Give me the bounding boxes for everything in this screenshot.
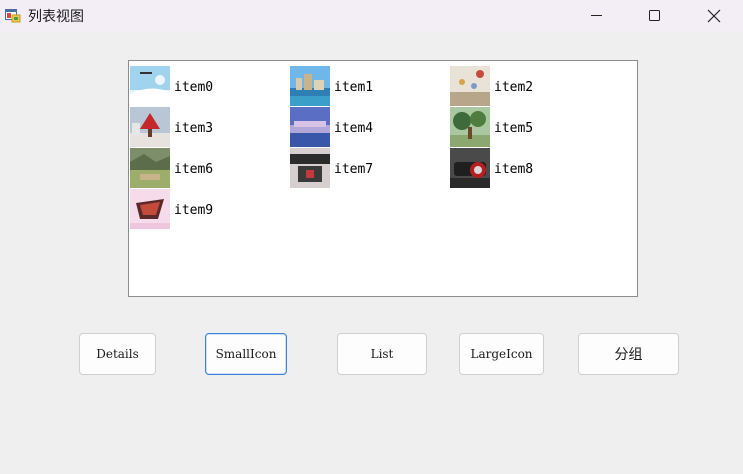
list-item[interactable]: item3: [129, 106, 279, 147]
close-icon: [707, 9, 721, 23]
list-button[interactable]: List: [337, 333, 427, 375]
maximize-button[interactable]: [626, 0, 684, 32]
item-label: item2: [494, 80, 534, 95]
item-label: item9: [174, 203, 214, 218]
group-button[interactable]: 分组: [578, 333, 679, 375]
details-button[interactable]: Details: [79, 333, 156, 375]
list-item[interactable]: item5: [449, 106, 599, 147]
list-item[interactable]: item7: [289, 147, 439, 188]
photo-car-interior-thumbnail: [290, 148, 330, 188]
photo-city-thumbnail: [290, 66, 330, 106]
title-bar[interactable]: 列表视图: [0, 0, 743, 32]
list-item[interactable]: item1: [289, 65, 439, 106]
photo-sky-thumbnail: [130, 66, 170, 106]
item-label: item0: [174, 80, 214, 95]
minimize-button[interactable]: [568, 0, 626, 32]
list-item[interactable]: item8: [449, 147, 599, 188]
item-label: item5: [494, 121, 534, 136]
list-item[interactable]: item9: [129, 188, 279, 229]
close-button[interactable]: [684, 0, 742, 32]
photo-food-thumbnail: [130, 189, 170, 229]
item-label: item8: [494, 162, 534, 177]
list-item[interactable]: item2: [449, 65, 599, 106]
photo-valley-thumbnail: [130, 148, 170, 188]
item-label: item1: [334, 80, 374, 95]
list-item[interactable]: item4: [289, 106, 439, 147]
app-icon: [5, 7, 21, 23]
large-icon-button[interactable]: LargeIcon: [459, 333, 544, 375]
photo-waterfront-thumbnail: [290, 107, 330, 147]
list-item[interactable]: item0: [129, 65, 279, 106]
item-label: item7: [334, 162, 374, 177]
photo-car-thumbnail: [450, 148, 490, 188]
item-label: item4: [334, 121, 374, 136]
small-icon-button[interactable]: SmallIcon: [205, 333, 287, 375]
maximize-icon: [649, 10, 660, 21]
item-label: item6: [174, 162, 214, 177]
photo-balloons-thumbnail: [450, 66, 490, 106]
photo-garden-thumbnail: [450, 107, 490, 147]
window-title: 列表视图: [28, 9, 84, 25]
list-view[interactable]: item0 item1 item2 item3 item4 item5 item…: [128, 60, 638, 297]
list-item[interactable]: item6: [129, 147, 279, 188]
photo-tree-thumbnail: [130, 107, 170, 147]
minimize-icon: [591, 15, 602, 16]
item-label: item3: [174, 121, 214, 136]
